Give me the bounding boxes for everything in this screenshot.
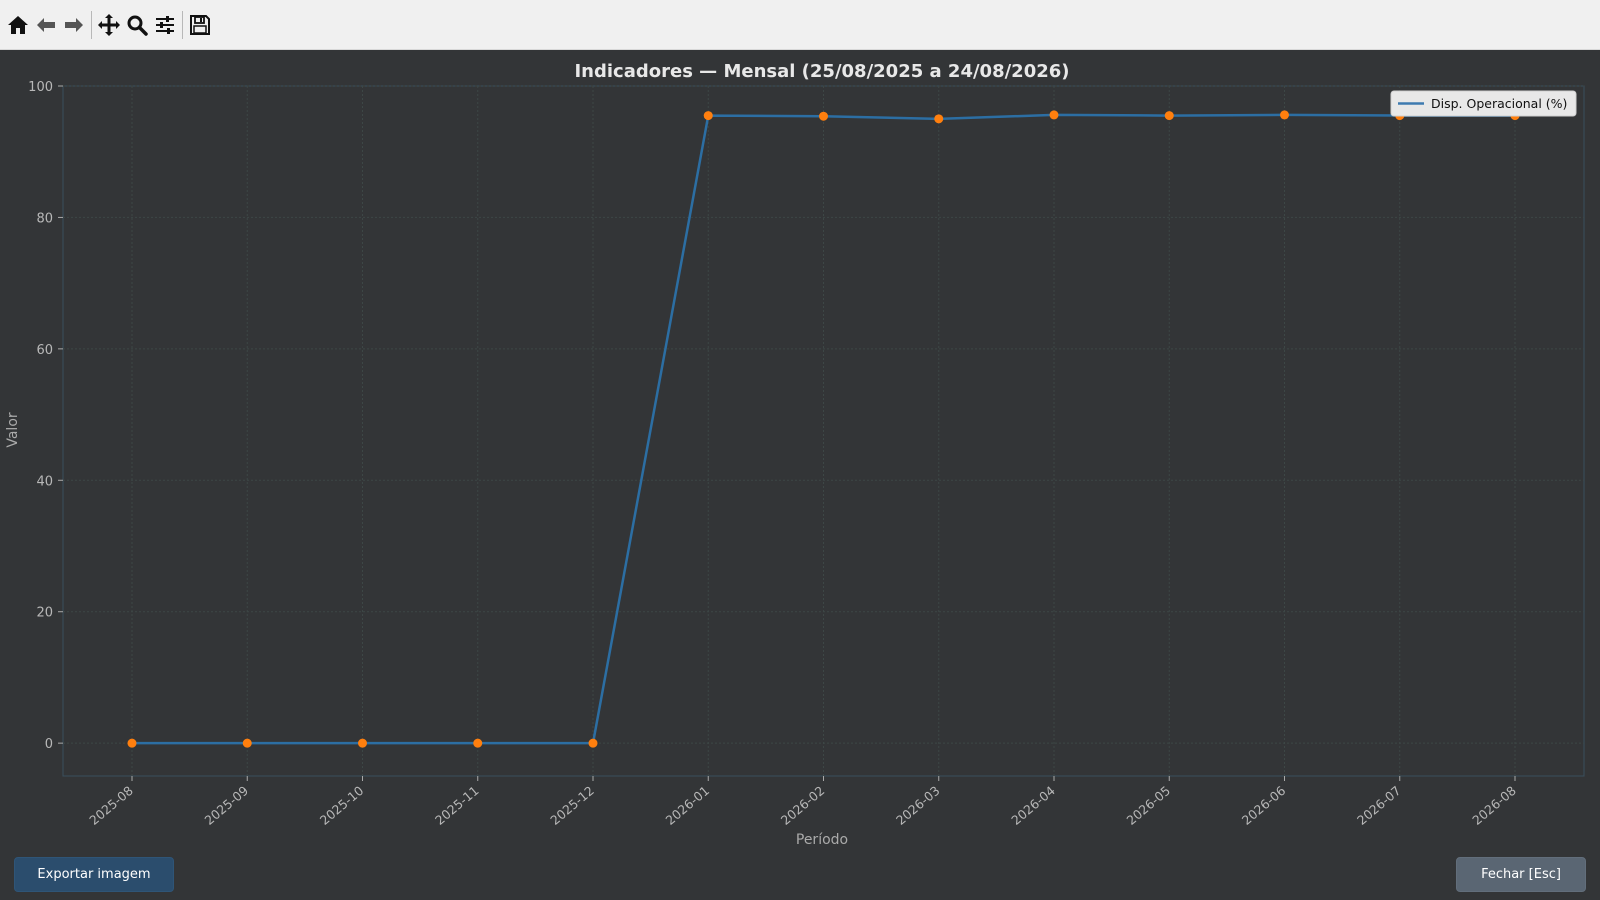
y-tick-label: 40 [36, 474, 53, 489]
forward-arrow-icon [65, 17, 83, 32]
data-point [1164, 111, 1174, 121]
pan-button[interactable] [95, 10, 123, 40]
home-icon [8, 15, 28, 34]
forward-button[interactable] [60, 10, 88, 40]
data-point [588, 738, 598, 748]
back-arrow-icon [37, 17, 55, 32]
save-icon [190, 14, 210, 35]
x-tick-label: 2026-04 [1008, 783, 1058, 828]
zoom-icon [127, 15, 148, 36]
line-chart[interactable]: Indicadores — Mensal (25/08/2025 a 24/08… [0, 50, 1600, 850]
export-image-button[interactable]: Exportar imagem [14, 857, 174, 892]
y-tick-label: 100 [28, 80, 53, 95]
x-tick-label: 2025-11 [432, 783, 482, 828]
save-button[interactable] [186, 10, 214, 40]
configure-subplots-button[interactable] [151, 10, 179, 40]
x-tick-label: 2026-02 [778, 783, 828, 828]
y-tick-label: 60 [36, 343, 53, 358]
data-point [1280, 110, 1289, 120]
x-tick-label: 2025-12 [547, 783, 597, 828]
chart-area: Indicadores — Mensal (25/08/2025 a 24/08… [0, 50, 1600, 850]
x-tick-label: 2025-09 [202, 783, 252, 828]
data-point [819, 111, 828, 121]
y-tick-label: 20 [36, 606, 53, 621]
x-tick-label: 2026-01 [663, 783, 713, 828]
y-axis-label: Valor [5, 412, 21, 448]
x-tick-label: 2026-07 [1354, 783, 1404, 828]
data-point [242, 738, 252, 748]
data-point [703, 111, 713, 121]
x-tick-label: 2026-03 [893, 783, 943, 828]
y-tick-label: 80 [36, 211, 53, 226]
y-tick-label: 0 [45, 737, 53, 752]
x-axis-label: Período [796, 832, 848, 848]
toolbar-separator [91, 10, 92, 39]
close-button[interactable]: Fechar [Esc] [1456, 857, 1586, 892]
home-button[interactable] [4, 10, 32, 40]
zoom-button[interactable] [123, 10, 151, 40]
data-point [473, 738, 483, 748]
data-point [1049, 110, 1059, 120]
data-point [934, 114, 944, 124]
configure-subplots-icon [156, 15, 174, 34]
toolbar [0, 0, 1600, 50]
chart-title: Indicadores — Mensal (25/08/2025 a 24/08… [574, 61, 1069, 82]
legend: Disp. Operacional (%) [1390, 90, 1577, 117]
data-point [358, 738, 367, 748]
data-point [127, 738, 137, 748]
x-tick-label: 2026-06 [1239, 783, 1289, 828]
legend-entry-label: Disp. Operacional (%) [1431, 96, 1567, 111]
x-tick-label: 2026-08 [1469, 783, 1519, 828]
x-tick-label: 2025-10 [317, 783, 367, 828]
x-tick-label: 2025-08 [86, 783, 136, 828]
x-tick-label: 2026-05 [1124, 783, 1174, 828]
toolbar-separator [182, 10, 183, 39]
back-button[interactable] [32, 10, 60, 40]
pan-icon [98, 13, 120, 36]
